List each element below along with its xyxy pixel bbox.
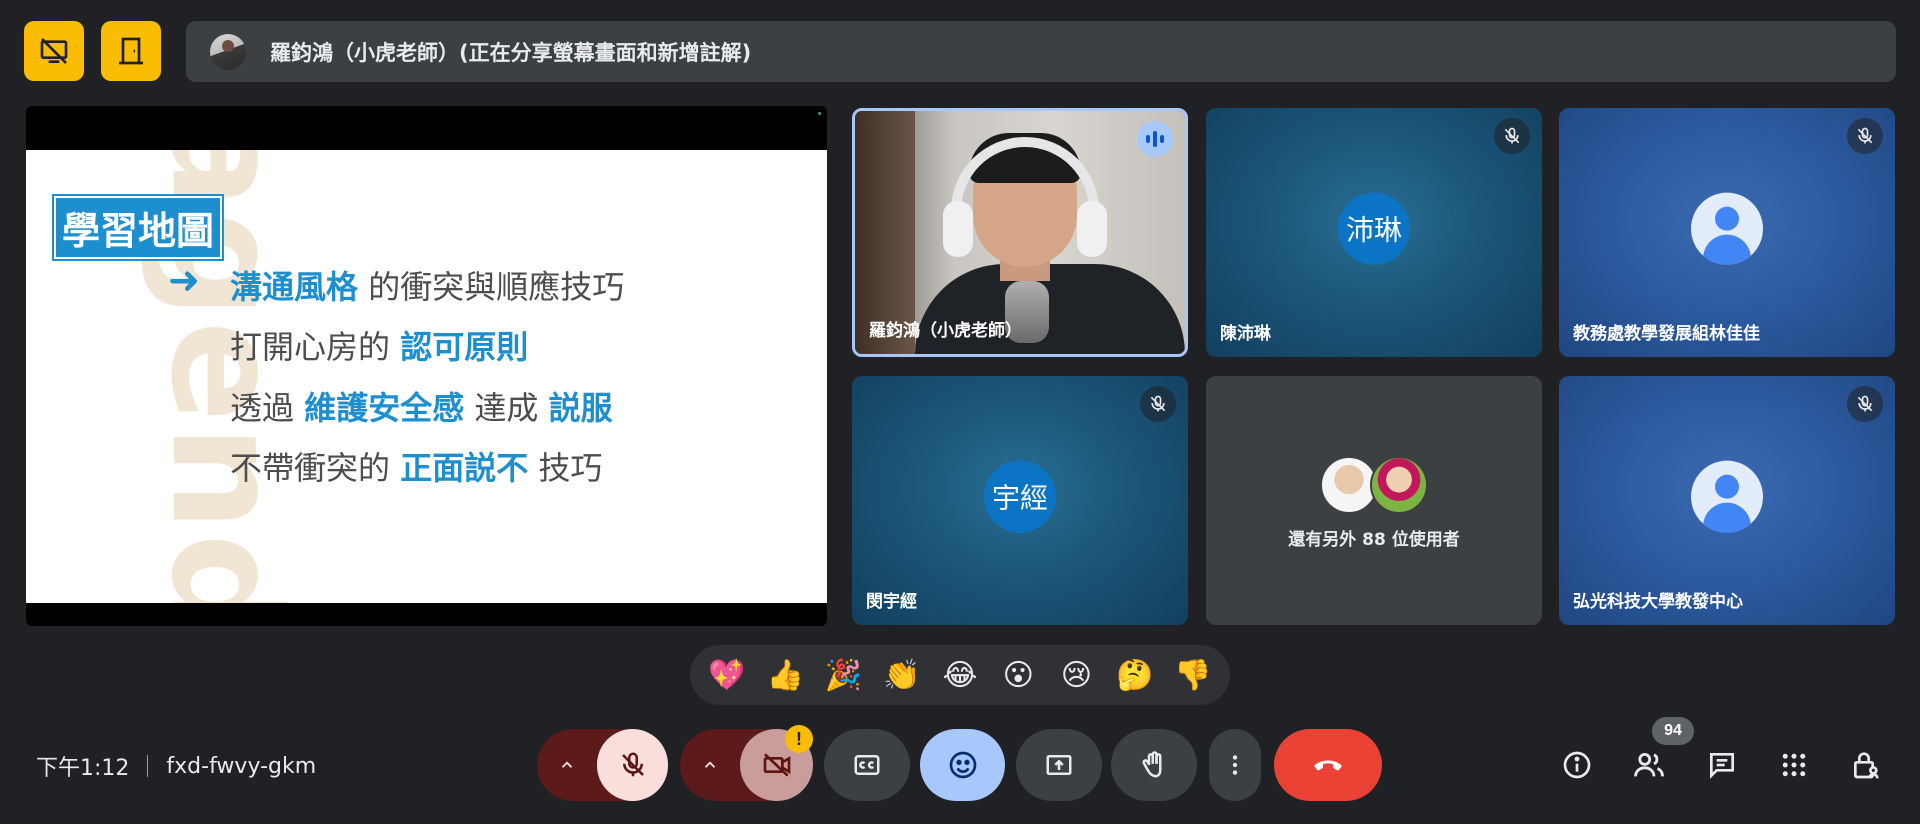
- slide-line: 透過 維護安全感 達成 説服: [230, 383, 613, 429]
- activities-button[interactable]: [1771, 742, 1817, 788]
- reaction-party-popper[interactable]: 🎉: [820, 651, 868, 699]
- meeting-info: 下午1:12 fxd-fwvy-gkm: [36, 750, 316, 782]
- present-screen-icon: [1044, 750, 1074, 780]
- avatar: [1370, 456, 1428, 514]
- microphone-control-group: [537, 729, 668, 801]
- captions-button[interactable]: [824, 729, 910, 801]
- raise-hand-button[interactable]: [1111, 729, 1197, 801]
- exit-presentation-button[interactable]: [101, 21, 161, 81]
- emoji-icon: [947, 749, 979, 781]
- slide-highlight-text: 正面説不: [400, 449, 529, 487]
- camera-toggle-button[interactable]: !: [740, 725, 813, 801]
- participant-name: 閔宇經: [866, 592, 917, 612]
- participant-tile[interactable]: 沛琳 陳沛琳: [1206, 108, 1542, 357]
- participant-tile[interactable]: 宇經 閔宇經: [852, 376, 1188, 625]
- people-button[interactable]: [1626, 742, 1672, 788]
- reaction-sparkling-heart[interactable]: 💖: [703, 651, 751, 699]
- audio-settings-button[interactable]: [537, 729, 597, 801]
- chevron-up-icon: [701, 756, 719, 774]
- meeting-details-button[interactable]: [1554, 742, 1600, 788]
- slide-text: 不帶衝突的: [230, 449, 401, 487]
- microphone-toggle-button[interactable]: [597, 729, 668, 801]
- more-options-button[interactable]: [1209, 729, 1261, 801]
- slide-text: 打開心房的: [230, 328, 401, 366]
- slide-highlight-text: 説服: [548, 389, 613, 427]
- participant-tile-video[interactable]: 羅鈞鴻（小虎老師）: [852, 108, 1188, 357]
- presenter-status-text: 羅鈞鴻（小虎老師）(正在分享螢幕畫面和新增註解): [270, 40, 752, 65]
- reaction-thumbs-up[interactable]: 👍: [761, 651, 809, 699]
- apps-icon: [1779, 750, 1809, 780]
- raise-hand-icon: [1139, 750, 1169, 780]
- present-now-button[interactable]: [1016, 729, 1102, 801]
- divider: [147, 755, 149, 777]
- slide-text: 達成: [464, 389, 549, 427]
- reaction-thumbs-down[interactable]: 👎: [1169, 651, 1217, 699]
- reaction-crying[interactable]: 😢: [1052, 651, 1100, 699]
- meeting-time: 下午1:12: [36, 756, 130, 781]
- participant-name: 弘光科技大學教發中心: [1573, 592, 1743, 612]
- participant-name: 羅鈞鴻（小虎老師）: [869, 321, 1022, 341]
- participant-name: 陳沛琳: [1220, 324, 1271, 344]
- presenter-banner: 羅鈞鴻（小虎老師）(正在分享螢幕畫面和新增註解): [186, 21, 1896, 82]
- speaking-indicator-icon: [1137, 121, 1173, 157]
- stop-presenting-button[interactable]: [24, 21, 84, 81]
- presenter-avatar: [210, 33, 246, 70]
- host-controls-button[interactable]: [1843, 742, 1889, 788]
- slide-highlight-text: 溝通風格: [230, 268, 359, 306]
- shared-screen[interactable]: agenda 學習地圖 ➜ 溝通風格 的衝突與順應技巧 打開心房的 認可原則 透…: [26, 106, 827, 626]
- end-call-icon: [1310, 747, 1346, 783]
- slide-title: 學習地圖: [51, 194, 225, 261]
- reaction-surprised[interactable]: 😮: [994, 651, 1042, 699]
- reactions-bar: 💖 👍 🎉 👏 😂 😮 😢 🤔 👎: [690, 645, 1230, 705]
- participant-name: 教務處教學發展組林佳佳: [1573, 324, 1760, 344]
- camera-control-group: !: [680, 725, 813, 801]
- people-icon: [1632, 748, 1666, 782]
- slide-text: 技巧: [528, 449, 603, 487]
- mic-off-icon: [1847, 118, 1883, 154]
- slide-text: 透過: [230, 389, 305, 427]
- reaction-laughing[interactable]: 😂: [936, 651, 984, 699]
- participant-tile[interactable]: 弘光科技大學教發中心: [1559, 376, 1895, 625]
- avatar: 沛琳: [1338, 192, 1410, 265]
- participant-tile[interactable]: 教務處教學發展組林佳佳: [1559, 108, 1895, 357]
- slide-line: 打開心房的 認可原則: [230, 322, 528, 368]
- info-icon: [1561, 749, 1593, 781]
- mic-off-icon: [618, 750, 648, 780]
- default-avatar-icon: [1691, 192, 1763, 265]
- slide-line: 不帶衝突的 正面説不 技巧: [230, 443, 602, 489]
- camera-off-icon: [761, 749, 793, 781]
- other-participants-tile[interactable]: 還有另外 88 位使用者: [1206, 376, 1542, 625]
- slide-highlight-text: 認可原則: [400, 328, 529, 366]
- slide-text: 的衝突與順應技巧: [358, 268, 625, 306]
- participant-count-badge: 94: [1652, 717, 1694, 745]
- chat-button[interactable]: [1699, 742, 1745, 788]
- slide-highlight-text: 維護安全感: [304, 389, 465, 427]
- mic-off-icon: [1847, 386, 1883, 422]
- mic-off-icon: [1494, 118, 1530, 154]
- reaction-thinking[interactable]: 🤔: [1111, 651, 1159, 699]
- captions-icon: [852, 750, 882, 780]
- video-settings-button[interactable]: [680, 729, 740, 801]
- host-controls-icon: [1850, 749, 1882, 781]
- avatar: 宇經: [984, 460, 1056, 533]
- exit-presentation-icon: [115, 35, 147, 67]
- leave-call-button[interactable]: [1274, 729, 1382, 801]
- arrow-icon: ➜: [168, 260, 200, 302]
- other-participants-avatars: [1320, 456, 1428, 514]
- other-participants-count: 還有另外 88 位使用者: [1288, 530, 1460, 550]
- camera-warning-badge: !: [785, 725, 813, 753]
- mic-off-icon: [1140, 386, 1176, 422]
- chat-icon: [1706, 749, 1738, 781]
- reaction-clapping[interactable]: 👏: [878, 651, 926, 699]
- chevron-up-icon: [558, 756, 576, 774]
- more-vert-icon: [1222, 752, 1248, 778]
- slide-line: 溝通風格 的衝突與順應技巧: [230, 262, 624, 308]
- live-indicator: [818, 112, 821, 115]
- send-reaction-button[interactable]: [920, 729, 1005, 801]
- meeting-code: fxd-fwvy-gkm: [166, 753, 317, 779]
- presentation-slide: agenda 學習地圖 ➜ 溝通風格 的衝突與順應技巧 打開心房的 認可原則 透…: [26, 150, 827, 603]
- screen-share-off-icon: [38, 35, 70, 67]
- default-avatar-icon: [1691, 460, 1763, 533]
